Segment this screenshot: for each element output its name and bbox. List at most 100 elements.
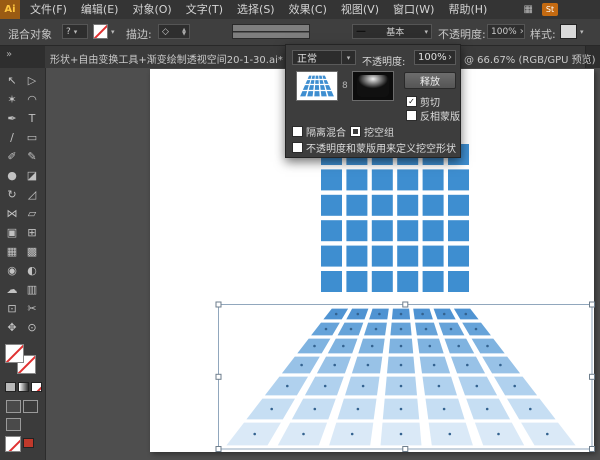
style-swatch-icon bbox=[560, 24, 577, 39]
perspective-tile[interactable] bbox=[310, 80, 314, 84]
checkbox-icon: ✓ bbox=[406, 110, 417, 121]
stepper-arrows-icon[interactable] bbox=[182, 28, 186, 36]
perspective-tile[interactable] bbox=[314, 91, 319, 96]
screen-mode-button[interactable] bbox=[6, 418, 21, 431]
selection-tool[interactable]: ↖ bbox=[2, 71, 22, 90]
knockout-group-checkbox[interactable]: ✓ 挖空组 bbox=[350, 124, 394, 139]
link-icon[interactable]: 8 bbox=[342, 81, 348, 91]
menu-item-3[interactable]: 文字(T) bbox=[179, 0, 230, 19]
chevron-down-icon bbox=[111, 27, 115, 37]
menu-item-8[interactable]: 帮助(H) bbox=[441, 0, 494, 19]
blend-mode-dropdown[interactable]: 正常 bbox=[292, 50, 356, 65]
none-swatch-icon bbox=[93, 24, 108, 39]
color-mode-button[interactable] bbox=[5, 382, 16, 392]
perspective-tile[interactable] bbox=[315, 85, 319, 90]
type-tool[interactable]: T bbox=[22, 109, 42, 128]
width-profile-dropdown[interactable] bbox=[232, 24, 310, 39]
isolate-blending-checkbox[interactable]: ✓ 隔离混合 bbox=[292, 124, 346, 139]
opacity-dropdown[interactable]: 100% bbox=[487, 24, 525, 39]
perspective-tile[interactable] bbox=[312, 76, 315, 79]
define-knockout-checkbox[interactable]: ✓ 不透明度和蒙版用来定义挖空形状 bbox=[292, 140, 456, 155]
perspective-tile[interactable] bbox=[322, 76, 326, 79]
perspective-tile[interactable] bbox=[320, 80, 324, 84]
stroke-weight-stepper[interactable]: ◇ bbox=[158, 24, 190, 39]
blend-tool[interactable]: ◐ bbox=[22, 261, 42, 280]
invert-mask-label: 反相蒙版 bbox=[420, 108, 460, 123]
object-thumbnail[interactable] bbox=[296, 71, 338, 101]
brush-definition-dropdown[interactable]: 基本 bbox=[352, 24, 432, 39]
fill-swatch[interactable] bbox=[5, 344, 24, 363]
blend-mode-value: 正常 bbox=[293, 50, 341, 65]
line-segment-tool[interactable]: ∕ bbox=[2, 128, 22, 147]
style-dropdown[interactable] bbox=[560, 24, 592, 39]
mask-thumbnail[interactable] bbox=[352, 71, 394, 101]
arrange-documents-icon[interactable]: ▦ bbox=[524, 5, 533, 15]
draw-mode-button[interactable] bbox=[6, 400, 21, 413]
perspective-tile[interactable] bbox=[300, 91, 307, 96]
artboard-tool[interactable]: ⊡ bbox=[2, 299, 22, 318]
stroke-weight-value: ◇ bbox=[162, 27, 169, 37]
checkbox-icon: ✓ bbox=[350, 126, 361, 137]
swatch-chip[interactable] bbox=[5, 436, 21, 452]
perspective-tile[interactable] bbox=[321, 91, 327, 96]
gradient-mode-button[interactable] bbox=[18, 382, 29, 392]
eyedropper-tool[interactable]: ◉ bbox=[2, 261, 22, 280]
none-mode-button[interactable] bbox=[31, 382, 42, 392]
menu-items: 文件(F)编辑(E)对象(O)文字(T)选择(S)效果(C)视图(V)窗口(W)… bbox=[23, 0, 494, 19]
stock-icon[interactable]: St bbox=[542, 3, 558, 16]
menu-item-2[interactable]: 对象(O) bbox=[125, 0, 178, 19]
perspective-tile[interactable] bbox=[307, 91, 313, 96]
menu-item-6[interactable]: 视图(V) bbox=[334, 0, 386, 19]
paintbrush-tool[interactable]: ✐ bbox=[2, 147, 22, 166]
scale-tool[interactable]: ◿ bbox=[22, 185, 42, 204]
menu-item-5[interactable]: 效果(C) bbox=[282, 0, 334, 19]
menu-item-1[interactable]: 编辑(E) bbox=[74, 0, 126, 19]
gradient-tool[interactable]: ▩ bbox=[22, 242, 42, 261]
menu-item-7[interactable]: 窗口(W) bbox=[386, 0, 441, 19]
perspective-tile[interactable] bbox=[325, 85, 331, 90]
width-tool[interactable]: ⋈ bbox=[2, 204, 22, 223]
menu-item-4[interactable]: 选择(S) bbox=[230, 0, 282, 19]
slice-tool[interactable]: ✂ bbox=[22, 299, 42, 318]
eraser-tool[interactable]: ◪ bbox=[22, 166, 42, 185]
rectangle-tool[interactable]: ▭ bbox=[22, 128, 42, 147]
blob-brush-tool[interactable]: ● bbox=[2, 166, 22, 185]
free-transform-tool[interactable]: ▱ bbox=[22, 204, 42, 223]
perspective-tile[interactable] bbox=[320, 85, 325, 90]
graph-tool[interactable]: ▥ bbox=[22, 280, 42, 299]
perspective-grid-tool[interactable]: ⊞ bbox=[22, 223, 42, 242]
color-chip[interactable] bbox=[23, 438, 34, 448]
lasso-tool[interactable]: ◠ bbox=[22, 90, 42, 109]
opacity-dropdown[interactable]: 100% bbox=[414, 50, 456, 65]
clip-checkbox[interactable]: ✓ 剪切 bbox=[406, 94, 440, 109]
draw-behind-button[interactable] bbox=[23, 400, 38, 413]
symbol-sprayer-tool[interactable]: ☁ bbox=[2, 280, 22, 299]
fill-color-dropdown[interactable]: ? bbox=[62, 24, 88, 39]
shape-builder-tool[interactable]: ▣ bbox=[2, 223, 22, 242]
perspective-tile[interactable] bbox=[315, 80, 319, 84]
release-button[interactable]: 释放 bbox=[404, 72, 456, 89]
double-chevron-icon[interactable] bbox=[6, 49, 12, 60]
direct-selection-tool[interactable]: ▷ bbox=[22, 71, 42, 90]
menu-item-0[interactable]: 文件(F) bbox=[23, 0, 74, 19]
perspective-tile-grid bbox=[300, 76, 334, 97]
perspective-tile[interactable] bbox=[306, 80, 311, 84]
stroke-color-dropdown[interactable] bbox=[93, 24, 123, 39]
perspective-tile[interactable] bbox=[319, 76, 322, 79]
chevron-down-icon bbox=[341, 51, 355, 64]
hand-tool[interactable]: ✥ bbox=[2, 318, 22, 337]
perspective-tile[interactable] bbox=[316, 76, 319, 79]
mesh-tool[interactable]: ▦ bbox=[2, 242, 22, 261]
invert-mask-checkbox[interactable]: ✓ 反相蒙版 bbox=[406, 108, 460, 123]
rotate-tool[interactable]: ↻ bbox=[2, 185, 22, 204]
perspective-tile[interactable] bbox=[303, 85, 309, 90]
magic-wand-tool[interactable]: ✶ bbox=[2, 90, 22, 109]
pencil-tool[interactable]: ✎ bbox=[22, 147, 42, 166]
perspective-tile[interactable] bbox=[308, 76, 312, 79]
perspective-tile[interactable] bbox=[309, 85, 314, 90]
zoom-tool[interactable]: ⊙ bbox=[22, 318, 42, 337]
illustrator-window: Ai 文件(F)编辑(E)对象(O)文字(T)选择(S)效果(C)视图(V)窗口… bbox=[0, 0, 600, 460]
perspective-tile[interactable] bbox=[324, 80, 329, 84]
perspective-tile[interactable] bbox=[327, 91, 334, 96]
pen-tool[interactable]: ✒ bbox=[2, 109, 22, 128]
